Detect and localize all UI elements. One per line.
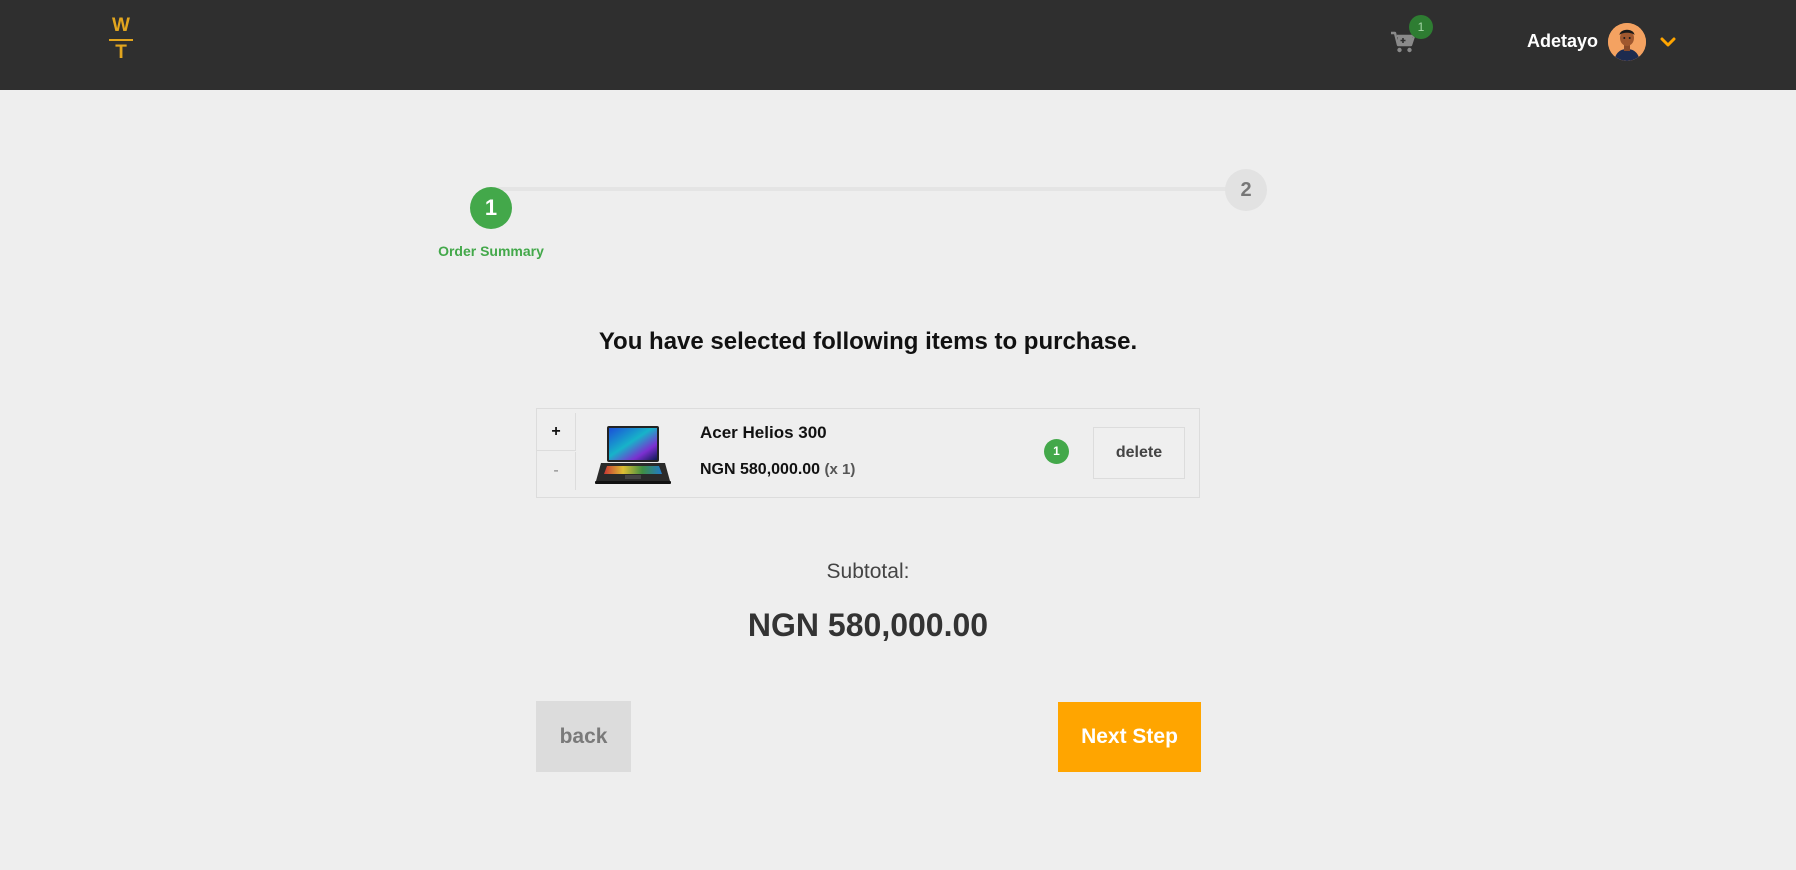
- delete-item-button[interactable]: delete: [1093, 427, 1185, 479]
- cart-count-badge: 1: [1409, 15, 1433, 39]
- cart-item-row: + - Acer Helios 300 NGN 580,000.00 (x 1)…: [536, 408, 1200, 498]
- logo-icon[interactable]: W T: [108, 16, 134, 66]
- item-price-line: NGN 580,000.00 (x 1): [700, 461, 855, 479]
- logo-letter-top: W: [112, 15, 130, 36]
- page-heading: You have selected following items to pur…: [598, 328, 1138, 355]
- step-1-indicator: 1: [470, 187, 512, 229]
- decrease-quantity-button[interactable]: -: [537, 452, 576, 490]
- subtotal-value: NGN 580,000.00: [747, 607, 989, 643]
- logo-divider: [109, 39, 133, 41]
- item-quantity-text: (x 1): [824, 461, 856, 478]
- avatar[interactable]: [1608, 23, 1646, 61]
- increase-quantity-button[interactable]: +: [537, 413, 576, 451]
- username-label[interactable]: Adetayo: [1527, 30, 1598, 52]
- step-2-indicator: 2: [1225, 169, 1267, 211]
- chevron-down-icon[interactable]: [1660, 36, 1676, 48]
- laptop-image: [595, 426, 671, 484]
- top-navbar: W T 1 Adetayo: [0, 0, 1796, 90]
- item-name: Acer Helios 300: [700, 423, 827, 442]
- logo-letter-bottom: T: [115, 42, 127, 63]
- item-count-badge: 1: [1044, 439, 1069, 464]
- step-1-label: Order Summary: [438, 243, 544, 259]
- next-step-button[interactable]: Next Step: [1058, 702, 1201, 772]
- subtotal-label: Subtotal:: [826, 560, 910, 583]
- stepper-track: [491, 187, 1245, 191]
- item-price: NGN 580,000.00: [700, 461, 821, 478]
- back-button[interactable]: back: [536, 701, 631, 772]
